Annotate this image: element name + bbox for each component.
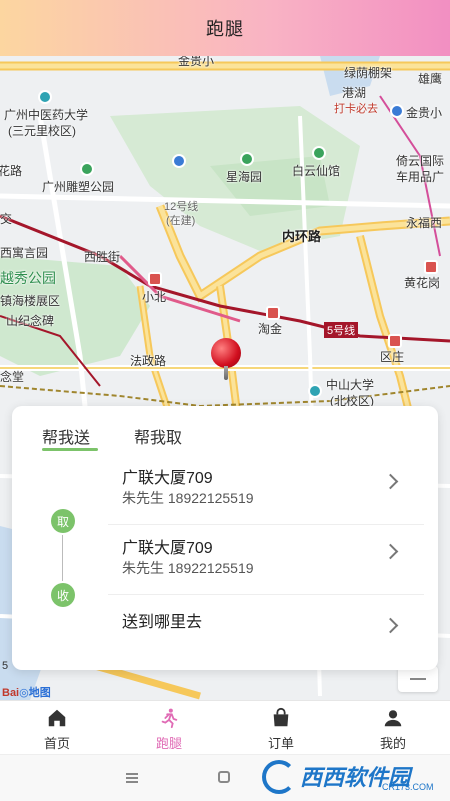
watermark-sub: CR173.COM [382, 782, 434, 792]
map-label: 区庄 [380, 350, 405, 364]
map-label: 内环路 [282, 229, 322, 244]
map-label: 广州中医药大学 [4, 108, 89, 122]
map-label: 绿荫棚架 [344, 66, 393, 80]
metro-icon [266, 306, 280, 320]
map-label: 小北 [142, 290, 167, 304]
menu-icon[interactable] [126, 773, 138, 775]
map-label: 雄鹰 [418, 72, 443, 86]
map-scale: 5 [2, 660, 9, 672]
receive-badge: 收 [51, 583, 75, 607]
receive-place: 广联大厦709 [122, 540, 213, 557]
metro-icon [388, 334, 402, 348]
map-label: (在建) [166, 215, 196, 227]
bag-icon [273, 707, 289, 727]
map-label: 西胜街 [84, 250, 121, 264]
destination-placeholder: 送到哪里去 [122, 614, 203, 631]
map-label: 越秀公园 [0, 270, 56, 286]
poi-icon [80, 162, 94, 176]
nav-label: 跑腿 [155, 736, 182, 751]
nav-item-orders[interactable]: 订单 [236, 701, 326, 755]
map-label: 法政路 [130, 354, 167, 368]
map-label: 白云仙馆 [292, 164, 341, 178]
poi-icon [390, 104, 404, 118]
receive-address-row[interactable]: 广联大厦709 朱先生 18922125519 [108, 524, 424, 595]
active-tab-indicator [42, 448, 98, 451]
app-header: 跑腿 [0, 0, 450, 56]
pickup-badge: 取 [51, 509, 75, 533]
map-label: 金贵小 [178, 56, 215, 68]
watermark: 西西软件园 CR173.COM [262, 758, 446, 796]
map-label: 山纪念碑 [6, 314, 55, 328]
map-label: 广州雕塑公园 [42, 180, 115, 194]
delivery-tabs: 帮我送 帮我取 [12, 406, 438, 454]
metro-icon [424, 260, 438, 274]
map-label: (三元里校区) [8, 124, 76, 138]
pickup-contact: 朱先生 18922125519 [122, 490, 254, 506]
nav-item-mine[interactable]: 我的 [348, 701, 438, 755]
nav-item-home[interactable]: 首页 [12, 701, 102, 755]
tab-fetch[interactable]: 帮我取 [134, 424, 182, 448]
destination-row[interactable]: 送到哪里去 [108, 594, 424, 654]
route-connector [62, 535, 63, 581]
receive-contact: 朱先生 18922125519 [122, 560, 254, 576]
bottom-nav: 首页 跑腿 订单 我的 [0, 700, 450, 755]
baidu-map-logo: Bai◎地图 [2, 687, 51, 699]
chevron-right-icon [382, 617, 399, 634]
map-label: 西寓言园 [0, 246, 49, 260]
poi-icon [312, 146, 326, 160]
home-icon [48, 709, 66, 727]
poi-icon [240, 152, 254, 166]
nav-label: 订单 [267, 736, 294, 751]
location-pin-icon[interactable] [211, 338, 241, 368]
chevron-right-icon [382, 543, 399, 560]
map-label: 交 [0, 212, 13, 226]
map-label: 花路 [0, 164, 23, 178]
map-label: 倚云国际 [396, 154, 445, 168]
nav-item-errand[interactable]: 跑腿 [124, 701, 214, 755]
pickup-address-row[interactable]: 广联大厦709 朱先生 18922125519 [108, 454, 424, 525]
map-label: 车用品广 [396, 170, 445, 184]
map-label: 永福西 [406, 216, 443, 230]
page-title: 跑腿 [206, 19, 244, 39]
poi-icon [172, 154, 186, 168]
map-label: 打卡必去 [334, 103, 378, 115]
map-label: 星海园 [226, 170, 263, 184]
home-square-icon[interactable] [218, 771, 230, 783]
map-label: 金贵小 [406, 106, 443, 120]
tab-send[interactable]: 帮我送 [42, 424, 90, 448]
nav-label: 我的 [379, 736, 406, 751]
chevron-right-icon [382, 473, 399, 490]
watermark-logo-icon [262, 760, 296, 794]
metro-icon [148, 272, 162, 286]
poi-icon [38, 90, 52, 104]
pickup-place: 广联大厦709 [122, 470, 213, 487]
map-label: 黄花岗 [404, 276, 441, 290]
map-label: 镇海楼展区 [0, 294, 61, 308]
map-label: 中山大学 [326, 378, 375, 392]
delivery-card: 帮我送 帮我取 取 收 广联大厦709 朱先生 18922125519 广联大厦… [12, 406, 438, 670]
nav-label: 首页 [43, 736, 70, 751]
user-icon [384, 710, 402, 727]
running-icon [161, 708, 178, 729]
location-pin-stem [224, 366, 228, 380]
map-label: 淘金 [258, 322, 283, 336]
map-label: 港湖 [342, 86, 367, 100]
metro-line-label: 5号线 [324, 322, 359, 338]
poi-icon [308, 384, 322, 398]
map-label: 念堂 [0, 370, 25, 384]
